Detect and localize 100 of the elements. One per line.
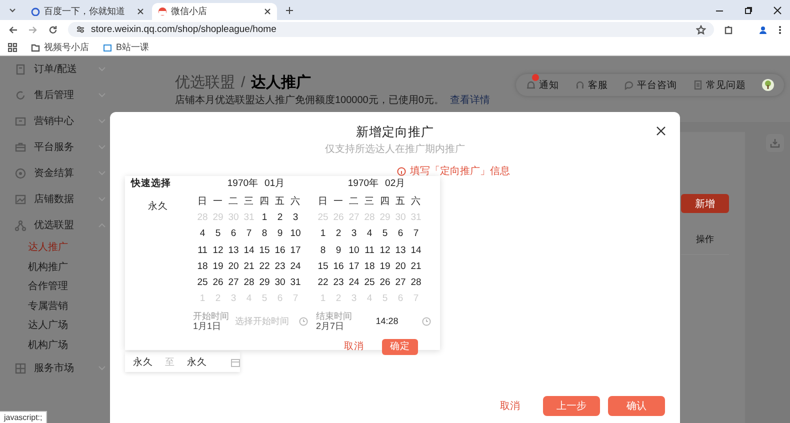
calendar-day[interactable]: 7: [408, 226, 424, 242]
bookmark[interactable]: 视频号小店: [31, 40, 89, 54]
calendar-day[interactable]: 7: [242, 226, 256, 242]
calendar-day[interactable]: 3: [288, 209, 303, 226]
calendar-day[interactable]: 25: [195, 274, 210, 291]
menu-icon[interactable]: [778, 24, 782, 34]
calendar-day[interactable]: 24: [346, 274, 362, 291]
back-icon[interactable]: [8, 24, 18, 34]
sidebar-subitem[interactable]: 机构广场: [0, 336, 110, 355]
calendar-day[interactable]: 21: [242, 258, 256, 274]
calendar-day[interactable]: 1: [257, 209, 272, 226]
calendar-day[interactable]: 6: [393, 226, 408, 242]
calendar-day[interactable]: 29: [257, 274, 272, 291]
dialog-button[interactable]: 取消: [485, 396, 535, 416]
sidebar-item[interactable]: 服务市场: [0, 355, 110, 381]
calendar-day[interactable]: 18: [362, 258, 377, 274]
cancel-button[interactable]: 取消: [338, 338, 370, 355]
calendar-day[interactable]: 20: [226, 258, 241, 274]
calendar-day[interactable]: 12: [378, 242, 392, 258]
sidebar-item[interactable]: 售后管理: [0, 82, 110, 108]
bookmark[interactable]: B站一课: [103, 40, 150, 54]
calendar-day[interactable]: 31: [288, 274, 303, 291]
calendar-day[interactable]: 2: [272, 209, 288, 226]
calendar-day[interactable]: 3: [346, 226, 362, 242]
calendar-day[interactable]: 30: [272, 274, 288, 291]
calendar-day[interactable]: 16: [272, 242, 288, 258]
calendar-day[interactable]: 24: [288, 258, 303, 274]
calendar-day[interactable]: 19: [210, 258, 226, 274]
calendar-day[interactable]: 22: [316, 274, 330, 291]
calendar-day[interactable]: 21: [408, 258, 424, 274]
calendar-day[interactable]: 17: [346, 258, 362, 274]
calendar-day[interactable]: 28: [242, 274, 256, 291]
sidebar-item[interactable]: 订单/配送: [0, 56, 110, 82]
calendar-day[interactable]: 9: [272, 226, 288, 242]
calendar-day[interactable]: 8: [316, 242, 330, 258]
calendar-day[interactable]: 16: [331, 258, 346, 274]
calendar-day[interactable]: 4: [195, 226, 210, 242]
details-link[interactable]: 查看详情: [450, 95, 490, 106]
sidebar-item[interactable]: 优选联盟: [0, 212, 110, 238]
close-icon[interactable]: [656, 126, 666, 136]
end-time-field[interactable]: 14:28: [358, 316, 416, 326]
browser-tab[interactable]: 微信小店: [152, 3, 277, 20]
calendar-day[interactable]: 27: [226, 274, 241, 291]
header-action[interactable]: 常见问题: [693, 78, 746, 92]
calendar-day[interactable]: 6: [226, 226, 241, 242]
date-range-field[interactable]: 永久 至 永久: [125, 352, 240, 372]
sidebar-item[interactable]: 资金结算: [0, 160, 110, 186]
header-action[interactable]: 客服: [575, 78, 608, 92]
calendar-day[interactable]: 14: [242, 242, 256, 258]
sidebar-item[interactable]: 店铺数据: [0, 186, 110, 212]
calendar-day[interactable]: 26: [210, 274, 226, 291]
calendar-day[interactable]: 17: [288, 242, 303, 258]
close-icon[interactable]: [264, 8, 271, 15]
calendar-day[interactable]: 11: [362, 242, 377, 258]
quick-option[interactable]: 永久: [148, 200, 168, 213]
calendar-day[interactable]: 9: [331, 242, 346, 258]
calendar-day[interactable]: 27: [393, 274, 408, 291]
reload-icon[interactable]: [48, 24, 58, 34]
header-action[interactable]: 通知: [526, 78, 559, 92]
header-action[interactable]: 平台咨询: [624, 78, 677, 92]
close-icon[interactable]: [773, 6, 782, 14]
calendar-day[interactable]: 18: [195, 258, 210, 274]
calendar-day[interactable]: 14: [408, 242, 424, 258]
plus-icon[interactable]: [285, 6, 294, 14]
calendar-day[interactable]: 20: [393, 258, 408, 274]
calendar-day[interactable]: 12: [210, 242, 226, 258]
calendar-day[interactable]: 10: [288, 226, 303, 242]
profile-icon[interactable]: [758, 24, 768, 34]
calendar-day[interactable]: 5: [378, 226, 392, 242]
sidebar-item[interactable]: 营销中心: [0, 108, 110, 134]
calendar-day[interactable]: 8: [257, 226, 272, 242]
sidebar-subitem[interactable]: 专属营销: [0, 296, 110, 316]
calendar-day[interactable]: 23: [272, 258, 288, 274]
tree-avatar-icon[interactable]: [762, 79, 774, 91]
calendar-day[interactable]: 5: [210, 226, 226, 242]
calendar-day[interactable]: 19: [378, 258, 392, 274]
calendar-day[interactable]: 23: [331, 274, 346, 291]
calendar-day[interactable]: 15: [257, 242, 272, 258]
calendar-day[interactable]: 28: [408, 274, 424, 291]
star-icon[interactable]: [696, 24, 706, 34]
calendar-day[interactable]: 1: [316, 226, 330, 242]
add-button[interactable]: 新增: [681, 194, 729, 213]
browser-tab[interactable]: 百度一下，你就知道: [25, 3, 150, 20]
calendar-day[interactable]: 11: [195, 242, 210, 258]
calendar-day[interactable]: 2: [331, 226, 346, 242]
close-icon[interactable]: [137, 8, 144, 15]
calendar-day[interactable]: 15: [316, 258, 330, 274]
calendar-day[interactable]: 10: [346, 242, 362, 258]
calendar-day[interactable]: 4: [362, 226, 377, 242]
apps-icon[interactable]: [8, 42, 17, 52]
calendar-day[interactable]: 13: [393, 242, 408, 258]
sidebar-subitem[interactable]: 达人广场: [0, 316, 110, 336]
restore-icon[interactable]: [744, 6, 753, 14]
calendar-day[interactable]: 22: [257, 258, 272, 274]
calendar-day[interactable]: 25: [362, 274, 377, 291]
sidebar-subitem[interactable]: 机构推广: [0, 258, 110, 277]
calendar-day[interactable]: 13: [226, 242, 241, 258]
sidebar-subitem[interactable]: 合作管理: [0, 277, 110, 296]
site-settings-icon[interactable]: [76, 25, 85, 34]
calendar-day[interactable]: 26: [378, 274, 392, 291]
